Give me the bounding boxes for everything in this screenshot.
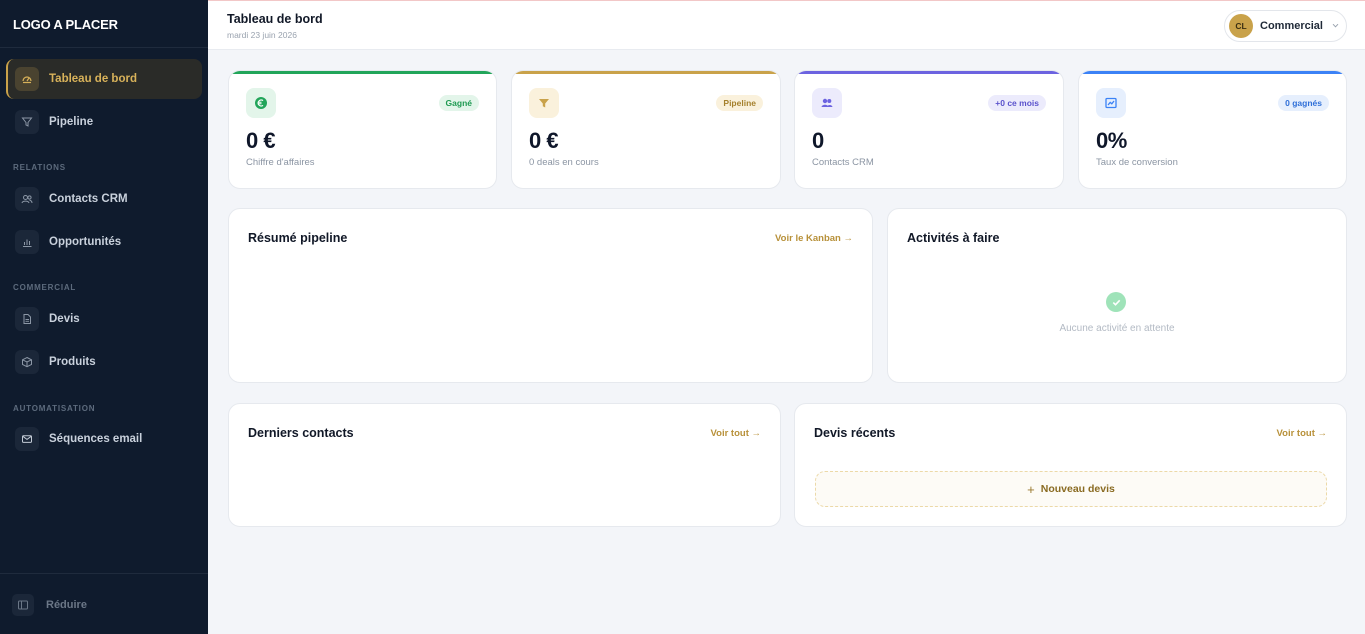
collapse-label: Réduire (46, 599, 87, 611)
sidebar-divider (0, 47, 208, 48)
section-label-automation: AUTOMATISATION (13, 404, 96, 413)
panel-title: Résumé pipeline (248, 231, 348, 245)
stat-card-accent (795, 71, 1063, 74)
section-label-commercial: COMMERCIAL (13, 283, 77, 292)
stat-value: 0 € (529, 128, 559, 153)
collapse-sidebar-button[interactable]: Réduire (12, 594, 87, 616)
gauge-icon (15, 67, 39, 91)
users-icon (812, 88, 842, 118)
sidebar-item-label: Opportunités (49, 236, 122, 248)
new-quote-button[interactable]: + Nouveau devis (815, 471, 1327, 507)
sidebar-item-label: Contacts CRM (49, 193, 128, 205)
stat-card-contacts: +0 ce mois 0 Contacts CRM (794, 70, 1064, 189)
status-badge: +0 ce mois (988, 95, 1046, 111)
recent-contacts-panel: Derniers contacts Voir tout → (228, 403, 781, 527)
panel-title: Devis récents (814, 426, 896, 440)
stat-label: Taux de conversion (1096, 157, 1178, 168)
view-all-quotes-link[interactable]: Voir tout → (1277, 428, 1327, 439)
status-badge: 0 gagnés (1278, 95, 1329, 111)
avatar: CL (1229, 14, 1253, 38)
page-date: mardi 23 juin 2026 (227, 30, 297, 40)
stat-card-revenue: Gagné 0 € Chiffre d'affaires (228, 70, 497, 189)
empty-state-text: Aucune activité en attente (1059, 323, 1175, 334)
status-badge: Pipeline (716, 95, 763, 111)
sidebar-divider (0, 573, 208, 574)
check-icon (1106, 292, 1126, 312)
sidebar-item-sequences[interactable]: Séquences email (6, 419, 202, 459)
sidebar-item-contacts[interactable]: Contacts CRM (6, 179, 202, 219)
new-quote-label: Nouveau devis (1040, 483, 1115, 495)
logo: LOGO A PLACER (13, 17, 118, 32)
stat-card-accent (1079, 71, 1346, 74)
users-icon (15, 187, 39, 211)
activities-panel: Activités à faire Aucune activité en att… (887, 208, 1347, 383)
stat-card-pipeline: Pipeline 0 € 0 deals en cours (511, 70, 781, 189)
view-kanban-link[interactable]: Voir le Kanban → (775, 233, 853, 244)
stat-value: 0% (1096, 128, 1127, 153)
bar-chart-icon (15, 230, 39, 254)
sidebar-item-label: Pipeline (49, 116, 94, 128)
stat-card-accent (229, 71, 496, 74)
top-header: Tableau de bord mardi 23 juin 2026 CL Co… (208, 0, 1365, 50)
sidebar-item-pipeline[interactable]: Pipeline (6, 102, 202, 142)
sidebar-item-label: Tableau de bord (49, 73, 137, 85)
page-title: Tableau de bord (227, 12, 323, 26)
document-icon (15, 307, 39, 331)
stat-label: Chiffre d'affaires (246, 157, 315, 168)
mail-icon (15, 427, 39, 451)
sidebar-item-products[interactable]: Produits (6, 342, 202, 382)
sidebar-item-dashboard[interactable]: Tableau de bord (6, 59, 202, 99)
box-icon (15, 350, 39, 374)
sidebar-panel-icon (12, 594, 34, 616)
user-role: Commercial (1260, 20, 1323, 32)
funnel-icon (15, 110, 39, 134)
sidebar-item-label: Séquences email (49, 433, 143, 445)
euro-icon (246, 88, 276, 118)
stat-value: 0 € (246, 128, 276, 153)
sidebar: LOGO A PLACER Tableau de bord Pipeline R… (0, 0, 208, 634)
stat-card-accent (512, 71, 780, 74)
stat-value: 0 (812, 128, 824, 153)
plus-icon: + (1027, 481, 1035, 497)
pipeline-summary-panel: Résumé pipeline Voir le Kanban → (228, 208, 873, 383)
recent-quotes-panel: Devis récents Voir tout → + Nouveau devi… (794, 403, 1347, 527)
stat-card-conversion: 0 gagnés 0% Taux de conversion (1078, 70, 1347, 189)
sidebar-item-opportunities[interactable]: Opportunités (6, 222, 202, 262)
funnel-icon (529, 88, 559, 118)
panel-title: Activités à faire (907, 231, 1000, 245)
view-all-contacts-link[interactable]: Voir tout → (711, 428, 761, 439)
chart-icon (1096, 88, 1126, 118)
status-badge: Gagné (438, 95, 479, 111)
chevron-down-icon (1331, 21, 1340, 32)
stat-label: 0 deals en cours (529, 157, 599, 168)
user-menu-button[interactable]: CL Commercial (1224, 10, 1347, 42)
section-label-relations: RELATIONS (13, 163, 66, 172)
sidebar-item-quotes[interactable]: Devis (6, 299, 202, 339)
stat-label: Contacts CRM (812, 157, 874, 168)
sidebar-item-label: Produits (49, 356, 96, 368)
sidebar-item-label: Devis (49, 313, 80, 325)
panel-title: Derniers contacts (248, 426, 354, 440)
